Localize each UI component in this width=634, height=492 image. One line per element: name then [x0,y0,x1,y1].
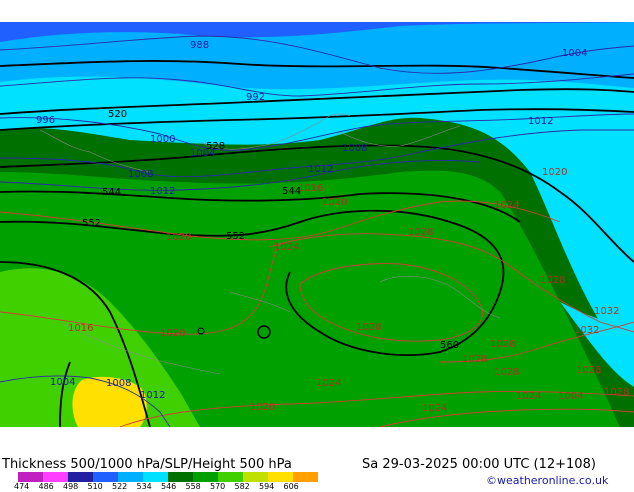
isobar-label: 1000 [150,134,175,145]
color-scale-swatch [93,472,118,482]
isobar-label: 988 [190,40,209,51]
isobar-label: 1028 [576,365,601,376]
height-label: 544 [102,187,121,198]
isobar-label: 1024 [516,391,541,402]
isobar-label: 1032 [594,306,619,317]
isobar-label: 1020 [322,197,347,208]
color-scale-swatch [143,472,168,482]
isobar-label: 1008 [128,169,153,180]
color-scale [18,472,318,482]
isobar-label: 1004 [558,391,583,402]
color-scale-swatch [293,472,318,482]
isobar-label: 1016 [298,183,323,194]
height-label: 544 [282,186,301,197]
color-scale-swatch [218,472,243,482]
height-label: 552 [226,231,245,242]
isobar-label: 1004 [50,377,75,388]
isobar-label: 1016 [68,323,93,334]
isobar-label: 1008 [342,143,367,154]
isobar-label: 1024 [494,200,519,211]
isobar-label: 1024 [316,378,341,389]
isobar-label: 1028 [604,387,629,398]
color-scale-swatch [243,472,268,482]
isobar-label: 1028 [494,367,519,378]
color-scale-swatch [168,472,193,482]
isobar-label: 1028 [490,339,515,350]
isobar-label: 1012 [528,116,553,127]
height-label: 520 [108,109,127,120]
isobar-label: 1028 [408,227,433,238]
isobar-label: 1020 [160,328,185,339]
isobar-label: 1028 [356,322,381,333]
isobar-label: 1004 [562,48,587,59]
isobar-label: 1020 [166,232,191,243]
isobar-label: 1028 [540,275,565,286]
color-scale-swatch [18,472,43,482]
isobar-label: 1024 [422,403,447,414]
isobar-label: 1012 [140,390,165,401]
isobar-label: 1020 [250,402,275,413]
color-scale-swatch [43,472,68,482]
isobar-label: 1032 [574,325,599,336]
credit-link[interactable]: ©weatheronline.co.uk [486,474,608,487]
color-scale-swatch [268,472,293,482]
isobar-label: 1028 [462,354,487,365]
isobar-label: 1012 [150,186,175,197]
isobar-label: 996 [36,115,55,126]
isobar-label: 1020 [542,167,567,178]
height-label: 528 [206,141,225,152]
isobar-label: 1012 [308,164,333,175]
weather-map: 988 992 996 1000 1004 1004 1008 1008 101… [0,22,634,427]
isobar-label: 1024 [274,242,299,253]
map-footer: Thickness 500/1000 hPa/SLP/Height 500 hP… [0,452,634,492]
isobar-label: 1008 [106,378,131,389]
height-label: 552 [82,218,101,229]
color-scale-swatch [118,472,143,482]
map-title: Thickness 500/1000 hPa/SLP/Height 500 hP… [2,457,292,472]
isobar-label: 992 [246,92,265,103]
height-label: 560 [440,340,459,351]
map-datetime: Sa 29-03-2025 00:00 UTC (12+108) [362,457,596,472]
color-scale-swatch [193,472,218,482]
color-scale-swatch [68,472,93,482]
color-scale-ticks: 474 486 498 510 522 534 546 558 570 582 594 606 [0,482,330,492]
